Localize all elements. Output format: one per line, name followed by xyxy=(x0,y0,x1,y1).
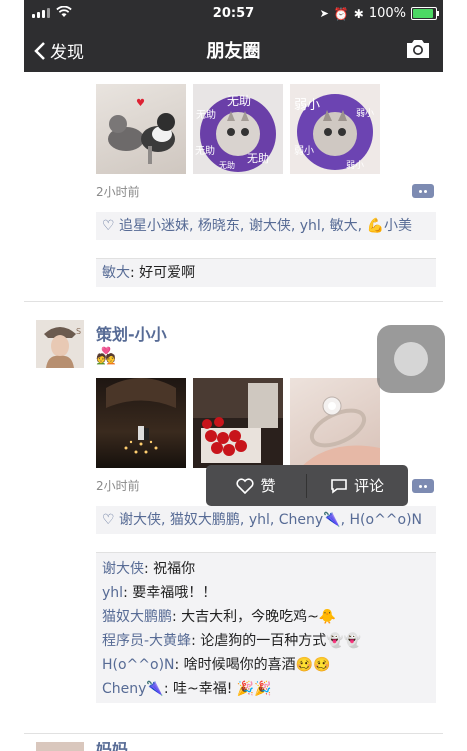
heart-outline-icon: ♡ xyxy=(102,218,120,234)
comment-user[interactable]: H(o^^o)N xyxy=(102,657,175,673)
alarm-icon: ⏰ xyxy=(333,6,349,21)
sticker-text: 无助 xyxy=(196,110,216,121)
comment-text: : 哇~幸福! 🎉🎉 xyxy=(163,681,272,697)
post2-time: 2小时前 xyxy=(96,479,140,493)
post2-username[interactable]: 策划-小小 xyxy=(96,321,167,345)
comment-user[interactable]: Cheny🌂 xyxy=(102,681,164,697)
comment-text: : 啥时候喝你的喜酒🥴🥴 xyxy=(174,657,331,673)
camera-icon[interactable] xyxy=(405,38,431,60)
sticker-text: 弱小 xyxy=(294,146,314,157)
location-icon: ➤ xyxy=(319,7,329,20)
assistive-touch-button[interactable] xyxy=(377,325,445,393)
comment-text: : 祝福你 xyxy=(144,561,196,577)
post-divider xyxy=(24,301,443,302)
post1-image-2[interactable]: 无助 无助 无助 无助 无助 xyxy=(193,84,283,174)
comment-user[interactable]: yhl xyxy=(102,585,123,601)
post1-image-1[interactable]: ♥ xyxy=(96,84,186,174)
post2-comments: 谢大侠: 祝福你 yhl: 要幸福哦！！ 猫奴大鹏鹏: 大吉大利，今晚吃鸡~🐥 … xyxy=(96,552,436,703)
status-bar: 20:57 ➤ ⏰ ✱ 100% xyxy=(24,0,443,28)
battery-icon xyxy=(411,7,439,20)
post2-avatar[interactable]: S xyxy=(36,320,84,368)
comment-text: : 好可爱啊 xyxy=(130,265,196,281)
sticker-text: 无助 xyxy=(247,152,269,165)
post2-likes: ♡ 谢大侠, 猫奴大鹏鹏, yhl, Cheny🌂, H(o^^o)N xyxy=(96,506,436,534)
nav-bar: 发现 朋友圈 xyxy=(24,28,443,72)
battery-percent: 100% xyxy=(368,6,406,21)
sticker-text: 无助 xyxy=(195,146,215,157)
comment-text: : 要幸福哦！！ xyxy=(123,585,217,601)
post-divider xyxy=(24,733,443,734)
post2-comment-toggle[interactable] xyxy=(412,479,434,493)
comment-item[interactable]: 程序员-大黄蜂: 论虐狗的一百种方式👻👻 xyxy=(102,629,430,653)
post1-time: 2小时前 xyxy=(96,185,140,199)
comment-item[interactable]: Cheny🌂: 哇~幸福! 🎉🎉 xyxy=(102,677,430,701)
heart-outline-icon: ♡ xyxy=(102,512,120,528)
comment-button[interactable]: 评论 xyxy=(307,465,407,506)
post2-text: 💑 xyxy=(96,346,116,365)
post1-comments: 敏大: 好可爱啊 xyxy=(96,258,436,287)
like-comment-popup: 赞 评论 xyxy=(206,465,408,506)
comment-user[interactable]: 程序员-大黄蜂 xyxy=(102,633,191,649)
post3-avatar[interactable] xyxy=(36,742,84,751)
comment-item[interactable]: H(o^^o)N: 啥时候喝你的喜酒🥴🥴 xyxy=(102,653,430,677)
sticker-text: 弱小 xyxy=(346,161,365,171)
like-label: 赞 xyxy=(260,477,276,495)
post2-likes-text: 谢大侠, 猫奴大鹏鹏, yhl, Cheny🌂, H(o^^o)N xyxy=(119,512,423,528)
comment-item[interactable]: 谢大侠: 祝福你 xyxy=(102,557,430,581)
post1-images: ♥ 无助 无助 无助 无助 无助 弱小 弱小 弱小 弱小 xyxy=(96,84,380,174)
post3-username[interactable]: 妈妈 xyxy=(96,742,128,751)
comment-text: : 大吉大利，今晚吃鸡~🐥 xyxy=(172,609,337,625)
page-title: 朋友圈 xyxy=(206,41,261,62)
post1-likes: ♡ 追星小迷妹, 杨晓东, 谢大侠, yhl, 敏大, 💪小美 xyxy=(96,212,436,240)
sticker-text: 弱小 xyxy=(356,109,375,119)
comment-label: 评论 xyxy=(353,477,384,495)
sticker-text: 弱小 xyxy=(294,98,321,113)
svg-text:S: S xyxy=(76,327,81,336)
post1-likes-text: 追星小迷妹, 杨晓东, 谢大侠, yhl, 敏大, 💪小美 xyxy=(119,218,412,234)
comment-item[interactable]: 猫奴大鹏鹏: 大吉大利，今晚吃鸡~🐥 xyxy=(102,605,430,629)
post2-image-3[interactable] xyxy=(290,378,380,468)
post2-image-1[interactable] xyxy=(96,378,186,468)
comment-item[interactable]: 敏大: 好可爱啊 xyxy=(102,261,430,285)
comment-user[interactable]: 谢大侠 xyxy=(102,561,144,577)
post1-image-3[interactable]: 弱小 弱小 弱小 弱小 xyxy=(290,84,380,174)
bluetooth-icon: ✱ xyxy=(353,6,364,21)
comment-user[interactable]: 敏大 xyxy=(102,265,130,281)
like-button[interactable]: 赞 xyxy=(206,465,306,506)
heart-icon xyxy=(236,477,255,494)
comment-user[interactable]: 猫奴大鹏鹏 xyxy=(102,609,172,625)
comment-bubble-icon xyxy=(331,478,347,494)
sticker-text: 无助 xyxy=(227,94,252,108)
post1-comment-button[interactable] xyxy=(412,184,434,198)
post2-image-2[interactable] xyxy=(193,378,283,468)
svg-text:♥: ♥ xyxy=(136,98,145,109)
sticker-text: 无助 xyxy=(219,161,235,170)
comment-text: : 论虐狗的一百种方式👻👻 xyxy=(191,633,362,649)
comment-item[interactable]: yhl: 要幸福哦！！ xyxy=(102,581,430,605)
post2-images xyxy=(96,378,380,468)
